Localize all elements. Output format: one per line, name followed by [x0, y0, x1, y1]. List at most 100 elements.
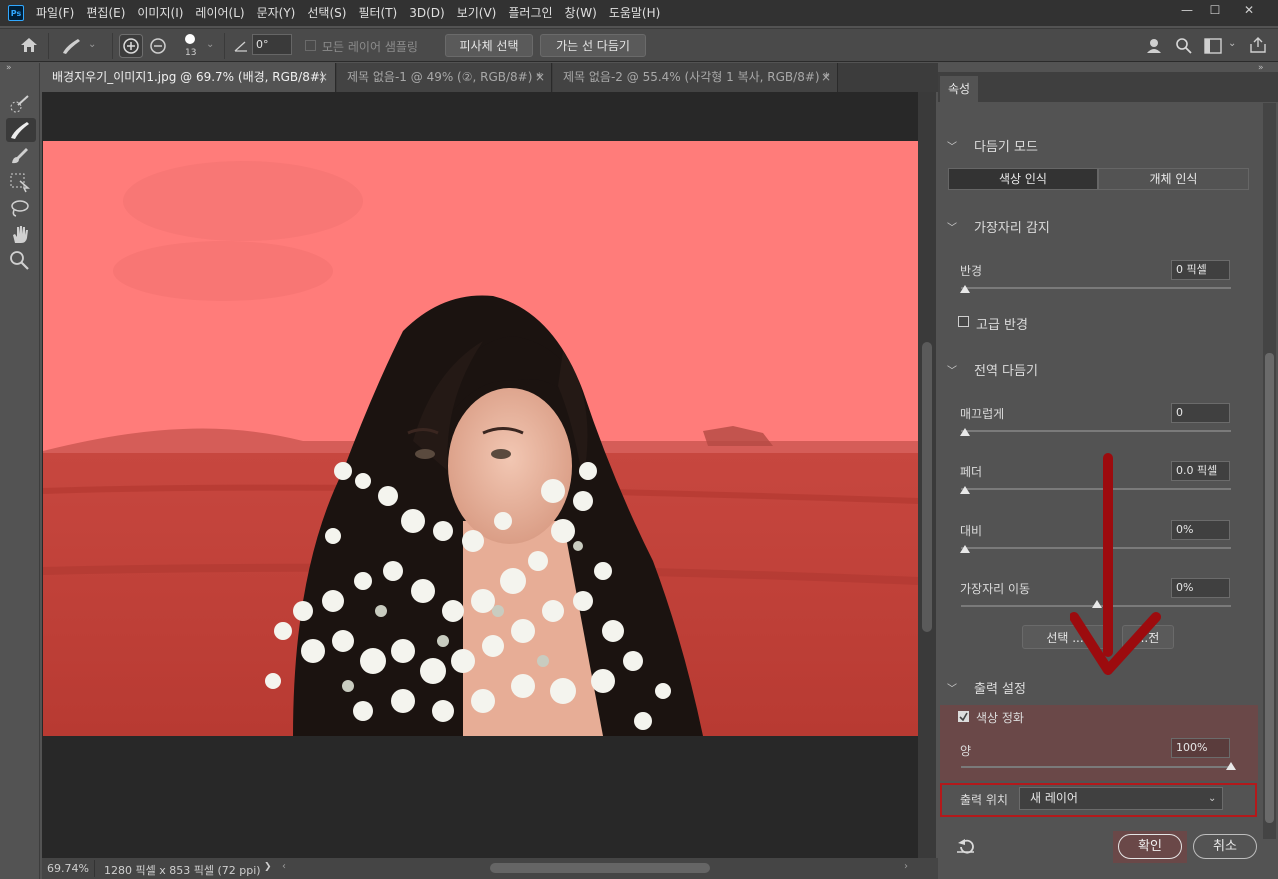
menu-filter[interactable]: 필터(T) — [352, 0, 403, 26]
feather-label: 페더 — [960, 465, 983, 479]
chevron-down-icon[interactable]: ﹀ — [947, 362, 957, 377]
amount-slider-thumb[interactable] — [1226, 762, 1236, 770]
zoom-tool-icon[interactable] — [8, 249, 32, 271]
maximize-button[interactable]: ☐ — [1198, 0, 1232, 20]
refine-brush-preset-icon[interactable] — [60, 36, 84, 56]
close-window-button[interactable]: ✕ — [1232, 0, 1266, 20]
feather-input[interactable]: 0.0 픽셀 — [1171, 461, 1230, 481]
menu-bar: Ps 파일(F) 편집(E) 이미지(I) 레이어(L) 문자(Y) 선택(S)… — [0, 0, 1278, 26]
menu-view[interactable]: 보기(V) — [451, 0, 503, 26]
expand-panel-icon[interactable]: » — [6, 63, 12, 73]
tab-document-3[interactable]: 제목 없음-2 @ 55.4% (사각형 1 복사, RGB/8#) * × — [553, 63, 838, 92]
output-to-select[interactable]: 새 레이어 ⌄ — [1019, 787, 1223, 810]
close-tab-icon[interactable]: × — [318, 63, 328, 92]
chevron-down-icon[interactable]: ﹀ — [947, 138, 957, 153]
menu-help[interactable]: 도움말(H) — [603, 0, 667, 26]
object-aware-button[interactable]: 개체 인식 — [1098, 168, 1249, 190]
image-canvas[interactable] — [43, 141, 918, 736]
cancel-button[interactable]: 취소 — [1193, 834, 1257, 859]
menu-window[interactable]: 창(W) — [559, 0, 603, 26]
smooth-input[interactable]: 0 — [1171, 403, 1230, 423]
chevron-down-icon[interactable]: ⌄ — [206, 39, 214, 50]
reset-icon[interactable] — [956, 838, 976, 856]
scroll-right-icon[interactable]: › — [904, 861, 908, 872]
chevron-down-icon: ⌄ — [1208, 793, 1217, 804]
add-to-selection-icon[interactable] — [119, 34, 143, 58]
annotation-arrow-icon — [1070, 453, 1161, 675]
smart-radius-checkbox[interactable] — [958, 316, 969, 327]
sample-all-layers-checkbox[interactable] — [305, 40, 316, 51]
brush-tool-icon[interactable] — [8, 145, 32, 167]
close-tab-icon[interactable]: × — [821, 63, 831, 92]
chevron-down-icon[interactable]: ﹀ — [947, 680, 957, 695]
zoom-level[interactable]: 69.74% — [47, 862, 89, 875]
subtract-from-selection-icon[interactable] — [149, 37, 167, 55]
tab-document-2[interactable]: 제목 없음-1 @ 49% (②, RGB/8#) * × — [337, 63, 552, 92]
angle-input[interactable]: 0° — [252, 34, 292, 55]
menu-file[interactable]: 파일(F) — [30, 0, 80, 26]
smooth-label: 매끄럽게 — [960, 407, 1005, 421]
menu-image[interactable]: 이미지(I) — [131, 0, 189, 26]
angle-icon — [234, 41, 247, 52]
output-settings-title: 출력 설정 — [974, 682, 1026, 697]
smooth-slider[interactable] — [961, 430, 1231, 432]
vertical-scrollbar[interactable] — [918, 92, 936, 858]
panel-scroll-thumb[interactable] — [1265, 353, 1274, 823]
lasso-tool-icon[interactable] — [8, 197, 32, 219]
refine-hair-button[interactable]: 가는 선 다듬기 — [540, 34, 646, 57]
panel-scrollbar[interactable] — [1263, 103, 1276, 839]
radius-input[interactable]: 0 픽셀 — [1171, 260, 1230, 280]
edge-detection-title: 가장자리 감지 — [974, 221, 1050, 236]
chevron-down-icon[interactable]: ﹀ — [947, 219, 957, 234]
chevron-down-icon[interactable]: ⌄ — [1228, 38, 1236, 49]
menu-select[interactable]: 선택(S) — [301, 0, 352, 26]
workspace-icon[interactable] — [1204, 38, 1222, 54]
smooth-slider-thumb[interactable] — [960, 428, 970, 436]
tab-label: 배경지우기_이미지1.jpg @ 69.7% (배경, RGB/8#) — [52, 70, 325, 84]
amount-input[interactable]: 100% — [1171, 738, 1230, 758]
search-icon[interactable] — [1175, 37, 1193, 55]
chevron-down-icon[interactable]: ⌄ — [88, 39, 96, 50]
menu-edit[interactable]: 편집(E) — [80, 0, 131, 26]
object-selection-tool-icon[interactable] — [8, 171, 32, 193]
horizontal-scroll-thumb[interactable] — [490, 863, 710, 873]
contrast-slider-thumb[interactable] — [960, 545, 970, 553]
menu-type[interactable]: 문자(Y) — [251, 0, 302, 26]
shift-edge-input[interactable]: 0% — [1171, 578, 1230, 598]
share-icon[interactable] — [1249, 36, 1267, 54]
brush-tip-icon[interactable] — [185, 34, 195, 44]
radius-slider-thumb[interactable] — [960, 285, 970, 293]
refine-mode-title: 다듬기 모드 — [974, 140, 1038, 155]
color-aware-button[interactable]: 색상 인식 — [948, 168, 1098, 190]
tab-document-1[interactable]: 배경지우기_이미지1.jpg @ 69.7% (배경, RGB/8#) × — [42, 63, 336, 92]
feather-slider-thumb[interactable] — [960, 486, 970, 494]
contrast-label: 대비 — [960, 524, 983, 538]
output-to-label: 출력 위치 — [960, 793, 1008, 807]
scroll-left-icon[interactable]: ‹ — [282, 861, 286, 872]
brush-size-value[interactable]: 13 — [185, 48, 196, 58]
panel-tab-bar — [938, 72, 1278, 102]
status-menu-arrow[interactable]: ❯ — [264, 862, 272, 872]
divider — [48, 33, 49, 59]
close-tab-icon[interactable]: × — [535, 63, 545, 92]
radius-slider[interactable] — [961, 287, 1231, 289]
contrast-input[interactable]: 0% — [1171, 520, 1230, 540]
home-icon[interactable] — [20, 37, 38, 53]
shift-edge-label: 가장자리 이동 — [960, 582, 1031, 596]
decontaminate-checkbox[interactable] — [958, 711, 969, 722]
menu-3d[interactable]: 3D(D) — [403, 0, 450, 26]
scroll-thumb[interactable] — [922, 342, 932, 632]
amount-slider[interactable] — [961, 766, 1231, 768]
select-subject-button[interactable]: 피사체 선택 — [445, 34, 533, 57]
ok-button[interactable]: 확인 — [1118, 834, 1182, 859]
photoshop-logo: Ps — [8, 5, 24, 21]
refine-edge-brush-tool-icon[interactable] — [8, 119, 32, 141]
user-help-icon[interactable] — [1146, 37, 1164, 55]
sample-all-layers-label: 모든 레이어 샘플링 — [322, 40, 418, 54]
quick-selection-tool-icon[interactable] — [8, 93, 32, 115]
tab-properties[interactable]: 속성 — [940, 76, 978, 102]
document-tabs: 배경지우기_이미지1.jpg @ 69.7% (배경, RGB/8#) × 제목… — [42, 63, 938, 92]
hand-tool-icon[interactable] — [8, 223, 32, 245]
menu-plugins[interactable]: 플러그인 — [502, 0, 558, 26]
menu-layer[interactable]: 레이어(L) — [189, 0, 250, 26]
